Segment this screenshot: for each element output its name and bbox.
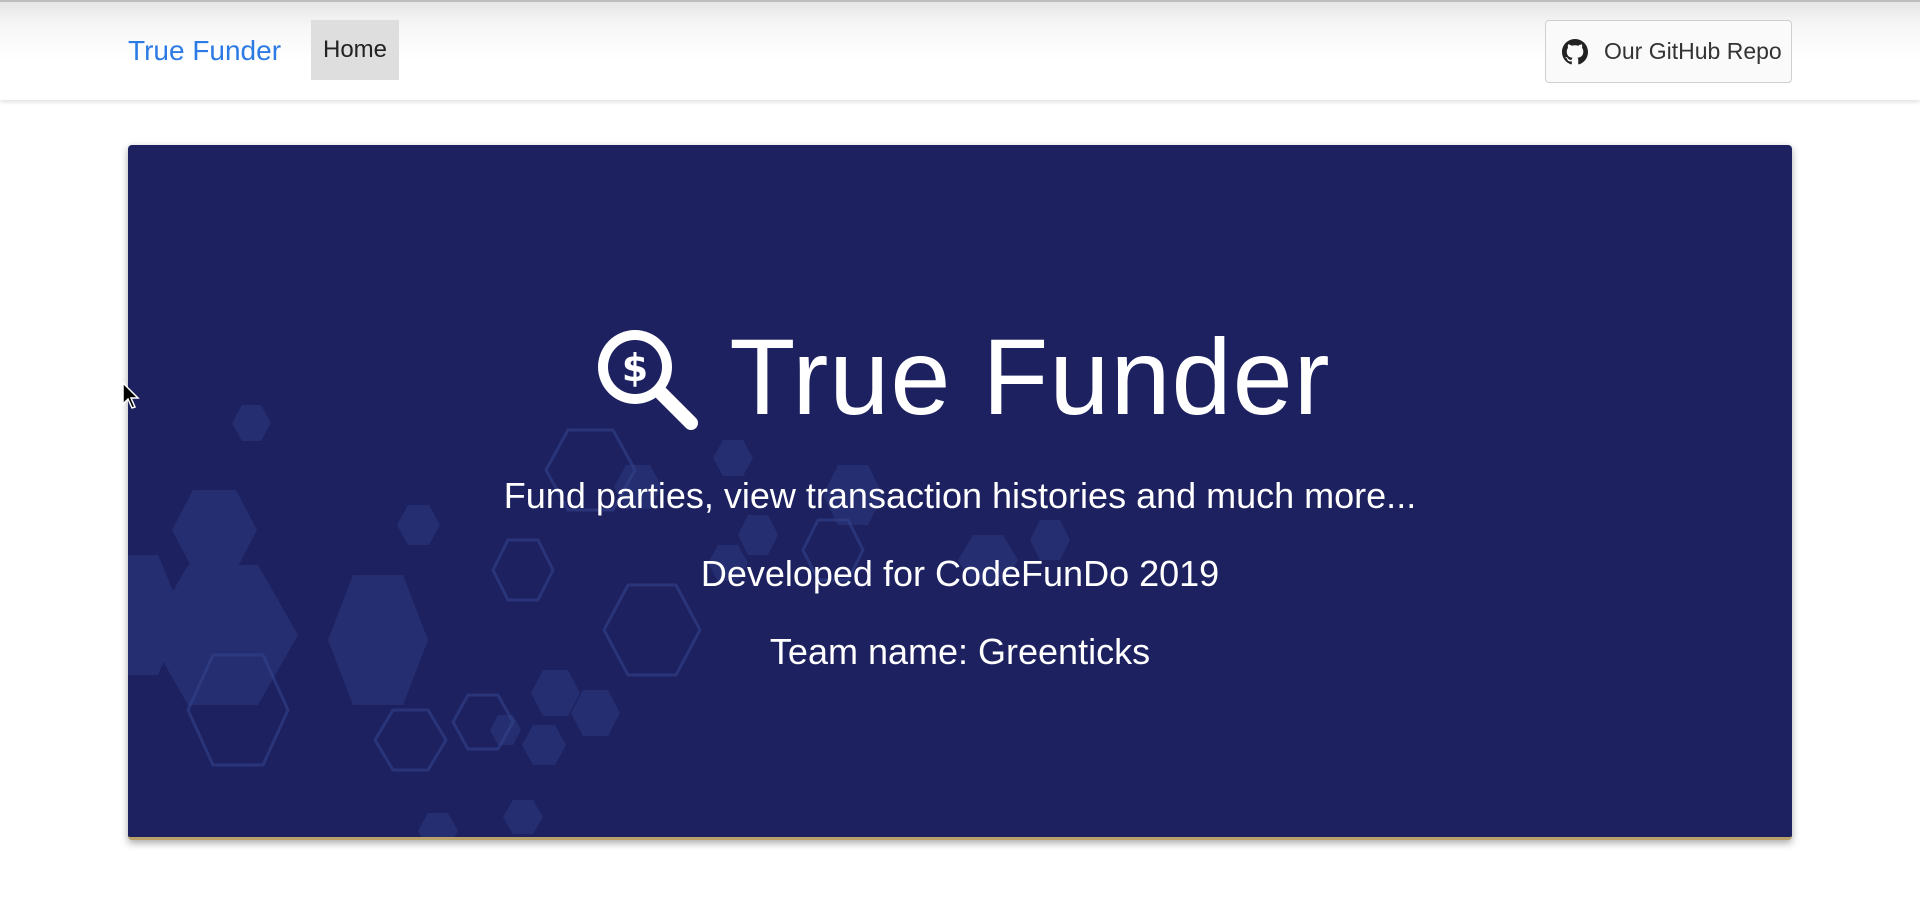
hero-title: True Funder xyxy=(729,316,1331,437)
hero-developed-for: Developed for CodeFunDo 2019 xyxy=(700,553,1220,594)
github-repo-button[interactable]: Our GitHub Repo xyxy=(1545,20,1792,83)
navbar: True Funder Home Our GitHub Repo xyxy=(0,0,1920,100)
github-icon xyxy=(1562,38,1588,65)
brand-link[interactable]: True Funder xyxy=(128,2,281,100)
svg-text:$: $ xyxy=(622,346,648,390)
mouse-cursor-icon xyxy=(122,382,140,409)
hero-banner: $ True Funder Fund parties, view transac… xyxy=(128,145,1792,840)
hero-title-row: $ True Funder xyxy=(128,317,1792,437)
hero-tagline: Fund parties, view transaction histories… xyxy=(503,475,1417,516)
search-dollar-icon: $ xyxy=(598,330,699,430)
hero-team-name: Team name: Greenticks xyxy=(769,631,1151,672)
github-button-label: Our GitHub Repo xyxy=(1604,38,1782,64)
nav-home-link[interactable]: Home xyxy=(311,20,399,80)
